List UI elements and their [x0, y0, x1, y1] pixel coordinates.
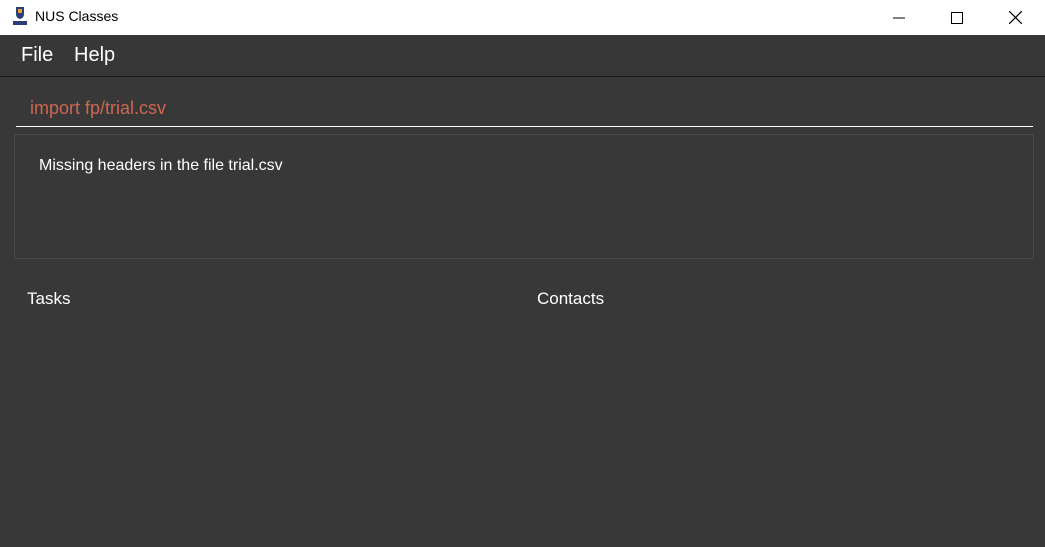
close-button[interactable]	[986, 0, 1044, 35]
minimize-button[interactable]	[870, 0, 928, 35]
maximize-icon	[951, 11, 963, 24]
tasks-heading: Tasks	[27, 289, 71, 308]
menu-bar: File Help	[0, 35, 1045, 77]
command-input[interactable]	[30, 96, 1020, 120]
nus-logo-icon	[12, 6, 28, 26]
task-list[interactable]	[14, 317, 514, 542]
title-bar: NUS Classes	[0, 0, 1045, 35]
result-message: Missing headers in the file trial.csv	[39, 157, 283, 174]
contact-list[interactable]	[524, 317, 1034, 542]
minimize-icon	[893, 17, 905, 18]
maximize-button[interactable]	[928, 0, 986, 35]
command-box	[16, 89, 1033, 127]
close-icon	[1008, 11, 1022, 24]
result-display: Missing headers in the file trial.csv	[14, 134, 1034, 259]
app-window: File Help Missing headers in the file tr…	[0, 35, 1045, 547]
contacts-heading: Contacts	[537, 289, 605, 308]
menu-file[interactable]: File	[21, 44, 53, 67]
window-title: NUS Classes	[35, 8, 119, 24]
menu-help[interactable]: Help	[74, 44, 115, 67]
